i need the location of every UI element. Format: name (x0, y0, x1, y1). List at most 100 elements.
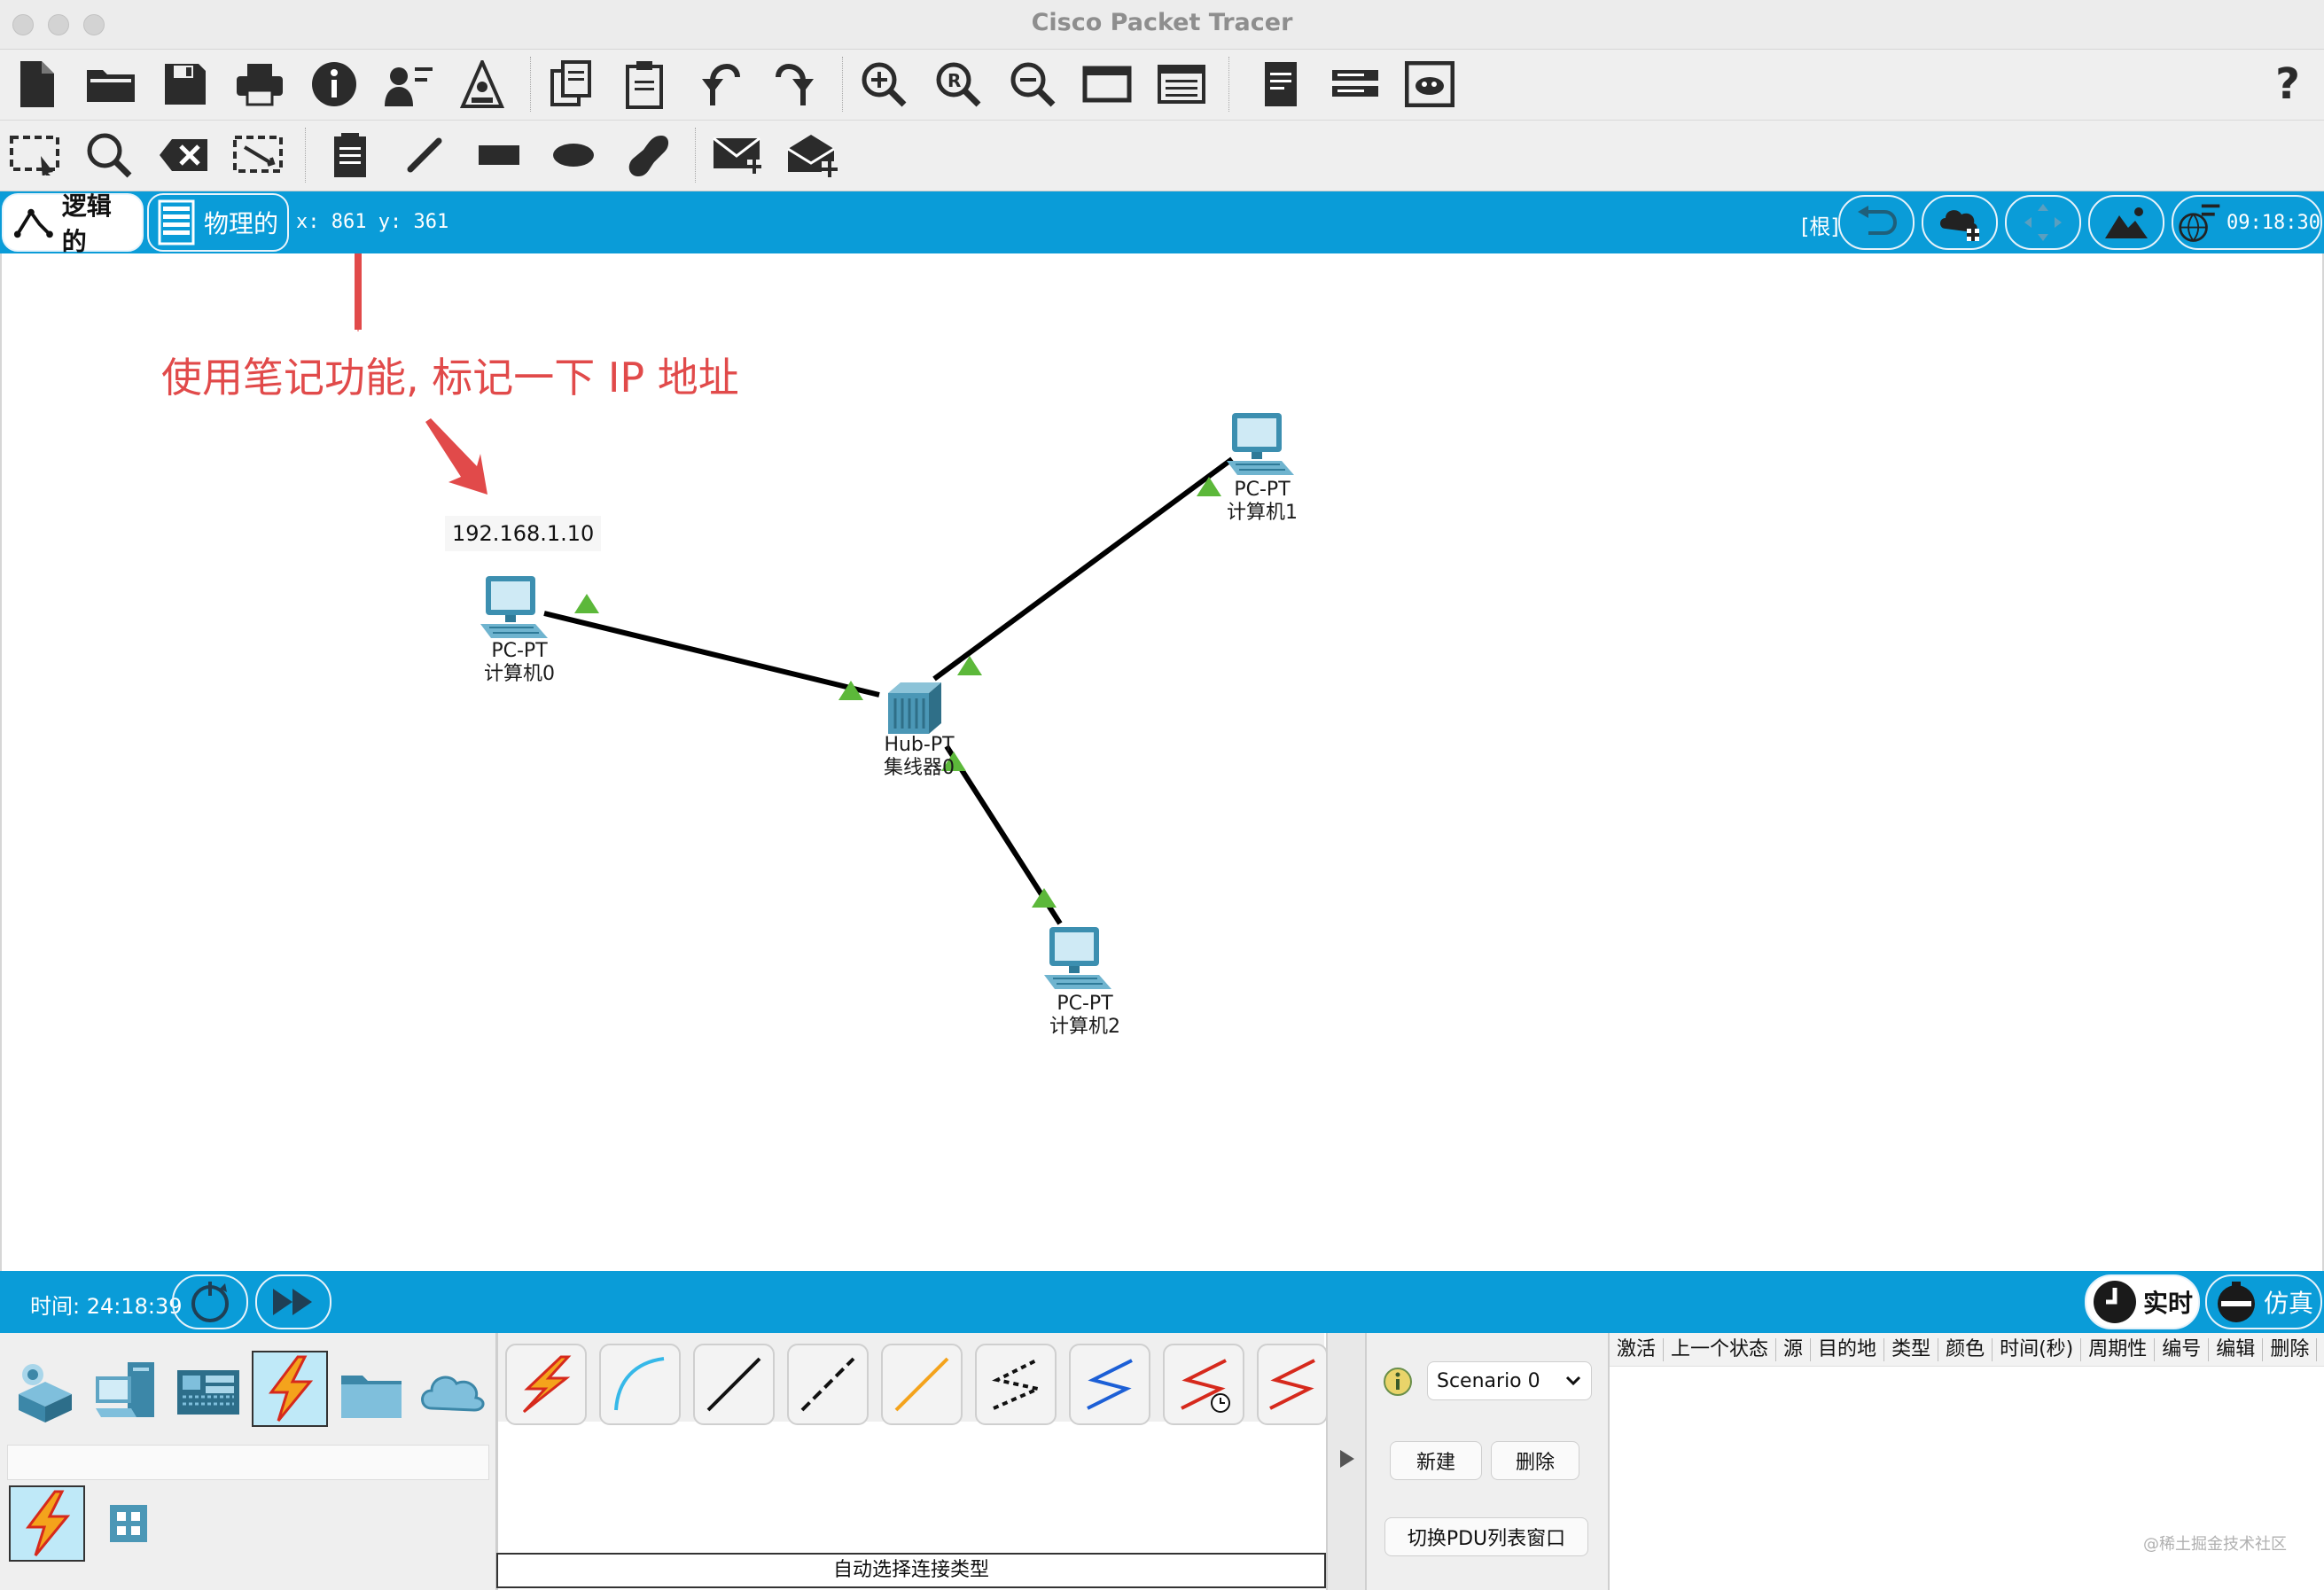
components-icon[interactable] (170, 1354, 246, 1430)
resize-icon[interactable] (230, 128, 285, 183)
help-button[interactable]: ? (2260, 57, 2315, 112)
grid-icon[interactable] (90, 1485, 167, 1562)
pc1-device[interactable] (1223, 411, 1298, 482)
zoom-reset-icon[interactable]: R (931, 57, 986, 112)
serial-dte-button[interactable] (1257, 1344, 1328, 1425)
realtime-mode-button[interactable]: 实时 (2085, 1274, 2200, 1329)
tab-logical[interactable]: 逻辑的 (2, 191, 144, 256)
select-icon[interactable] (7, 128, 62, 183)
copper-straight-through-button[interactable] (693, 1344, 775, 1425)
fast-forward-button[interactable] (255, 1274, 331, 1329)
simple-pdu-icon[interactable] (711, 128, 766, 183)
power-cycle-button[interactable] (172, 1274, 248, 1329)
pdu-col-edit[interactable]: 编辑 (2209, 1337, 2264, 1361)
tab-physical[interactable]: 物理的 (147, 193, 289, 252)
main-toolbar: R ? (0, 50, 2324, 121)
back-arrow-icon (1858, 206, 1898, 235)
zoom-in-icon[interactable] (856, 57, 911, 112)
toggle-pdu-list-button[interactable]: 切换PDU列表窗口 (1384, 1517, 1588, 1556)
back-button[interactable] (1838, 195, 1915, 250)
pc1-type: PC-PT (1234, 479, 1291, 501)
pc1-label: PC-PT 计算机1 (1214, 479, 1310, 525)
note-icon[interactable] (323, 128, 378, 183)
link-pc0-hub[interactable] (543, 611, 880, 698)
link-pc1-hub[interactable] (932, 456, 1234, 682)
freeform-icon[interactable] (620, 128, 675, 183)
serial-dce-button[interactable] (1163, 1344, 1244, 1425)
pc-icon (480, 576, 548, 638)
annotation-arrow-up (355, 253, 362, 330)
simulation-mode-button[interactable]: 仿真 (2205, 1274, 2322, 1329)
simulation-bar: 时间: 24:18:39 实时 仿真 (0, 1271, 2324, 1333)
undo-icon[interactable] (693, 57, 748, 112)
network-globe-icon (2179, 204, 2220, 242)
info-icon[interactable] (307, 57, 362, 112)
set-background-button[interactable] (2088, 195, 2164, 250)
custom-device-icon[interactable] (456, 57, 511, 112)
new-cluster-button[interactable] (1922, 195, 1998, 250)
copy-icon[interactable] (544, 57, 599, 112)
cluster-icon[interactable] (1402, 57, 1457, 112)
device-template-icon[interactable] (1253, 57, 1308, 112)
hub0-device[interactable] (883, 681, 947, 741)
pdu-col-time[interactable]: 时间(秒) (1993, 1337, 2082, 1361)
pdu-col-delete[interactable]: 删除 (2263, 1337, 2318, 1361)
toolbar-separator (1228, 57, 1230, 112)
save-icon[interactable] (158, 57, 213, 112)
connection-types-strip (498, 1333, 1328, 1425)
line-draw-icon[interactable] (397, 128, 452, 183)
ellipse-icon[interactable] (546, 128, 601, 183)
pc2-device[interactable] (1041, 925, 1115, 996)
complex-pdu-icon[interactable] (785, 128, 840, 183)
copper-cross-over-button[interactable] (787, 1344, 869, 1425)
move-object-button[interactable] (2005, 195, 2081, 250)
redo-icon[interactable] (768, 57, 823, 112)
new-scenario-button[interactable]: 新建 (1390, 1441, 1482, 1480)
connections-icon[interactable] (9, 1485, 85, 1562)
rectangle-icon[interactable] (472, 128, 526, 183)
pdu-col-last-status[interactable]: 上一个状态 (1664, 1337, 1777, 1361)
phone-button[interactable] (975, 1344, 1057, 1425)
misc-icon[interactable] (333, 1354, 409, 1430)
stopwatch-icon (2217, 1282, 2255, 1322)
multiuser-cloud-icon[interactable] (415, 1354, 491, 1430)
open-folder-icon[interactable] (83, 57, 138, 112)
logical-view-icon (13, 208, 53, 238)
pdu-col-num[interactable]: 编号 (2155, 1337, 2210, 1361)
pdu-col-source[interactable]: 源 (1776, 1337, 1812, 1361)
new-file-icon[interactable] (9, 57, 64, 112)
pdu-col-destination[interactable]: 目的地 (1811, 1337, 1885, 1361)
viewport-button[interactable]: 09:18:30 (2172, 195, 2322, 250)
pdu-col-periodic[interactable]: 周期性 (2081, 1337, 2156, 1361)
ip-address-note[interactable]: 192.168.1.10 (445, 516, 602, 551)
custom-devices-dialog-icon[interactable] (1154, 57, 1209, 112)
pdu-col-type[interactable]: 类型 (1884, 1337, 1939, 1361)
drawing-palette-icon[interactable] (1080, 57, 1135, 112)
delete-scenario-button[interactable]: 删除 (1491, 1441, 1579, 1480)
pc-icon (1227, 413, 1294, 475)
panel-splitter[interactable] (1326, 1333, 1367, 1590)
inspect-icon[interactable] (82, 128, 136, 183)
scenario-select[interactable]: Scenario 0 (1427, 1361, 1592, 1400)
connections-icon[interactable] (252, 1351, 328, 1427)
paste-icon[interactable] (619, 57, 674, 112)
hub0-name: 集线器0 (884, 757, 955, 779)
auto-connection-button[interactable] (505, 1344, 587, 1425)
print-icon[interactable] (232, 57, 287, 112)
logical-workspace-canvas[interactable]: PC-PT 计算机0 PC-PT 计算机1 PC-PT 计算机2 Hub-PT … (0, 253, 2324, 1271)
fiber-button[interactable] (881, 1344, 963, 1425)
console-cable-button[interactable] (599, 1344, 681, 1425)
activity-wizard-icon[interactable] (381, 57, 436, 112)
device-subcategory-label (7, 1445, 489, 1480)
network-devices-icon[interactable] (7, 1354, 83, 1430)
annotation-arrow-down (425, 418, 487, 495)
pc0-device[interactable] (477, 574, 551, 645)
pdu-col-color[interactable]: 颜色 (1938, 1337, 1993, 1361)
network-info-icon[interactable] (1328, 57, 1383, 112)
end-devices-icon[interactable] (89, 1354, 165, 1430)
pdu-col-fire[interactable]: 激活 (1610, 1337, 1665, 1361)
coaxial-button[interactable] (1069, 1344, 1150, 1425)
delete-icon[interactable] (156, 128, 211, 183)
cursor-coordinates: x: 861 y: 361 (296, 211, 449, 233)
zoom-out-icon[interactable] (1005, 57, 1060, 112)
